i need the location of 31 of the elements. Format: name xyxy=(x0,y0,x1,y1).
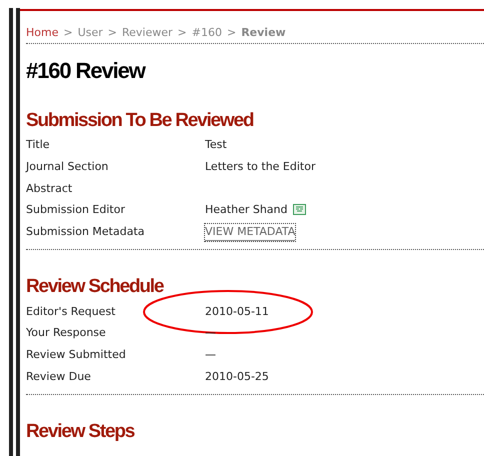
breadcrumb-link[interactable]: User xyxy=(78,26,103,39)
field-value: 2010-05-25 xyxy=(205,368,269,385)
breadcrumb-link[interactable]: Reviewer xyxy=(122,26,173,39)
breadcrumb-link[interactable]: Home xyxy=(26,26,58,39)
breadcrumb-link[interactable]: Review xyxy=(241,26,286,39)
field-value: Test xyxy=(205,137,227,154)
field-label: Abstract xyxy=(26,182,72,195)
page-title: #160 Review xyxy=(26,58,146,84)
breadcrumb-separator: > xyxy=(178,26,187,39)
field-value: — xyxy=(205,325,216,342)
section-heading: Submission To Be Reviewed xyxy=(26,110,254,133)
field-label: Your Response xyxy=(26,326,106,340)
field-value: 2010-05-11 xyxy=(205,304,269,320)
field-value: — xyxy=(205,346,216,363)
breadcrumb-link[interactable]: #160 xyxy=(192,26,222,39)
section-heading: Review Steps xyxy=(26,420,136,444)
view-metadata-link[interactable]: VIEW METADATA xyxy=(205,224,296,242)
field-value: Letters to the Editor xyxy=(205,158,316,175)
field-label: Submission Editor xyxy=(26,203,125,216)
section-heading: Review Schedule xyxy=(26,276,165,299)
breadcrumb-separator: > xyxy=(108,26,117,39)
breadcrumb-separator: > xyxy=(226,26,236,39)
email-icon[interactable] xyxy=(292,204,306,215)
field-label: Submission Metadata xyxy=(26,225,145,238)
field-label: Review Submitted xyxy=(26,348,126,361)
field-label: Review Due xyxy=(26,370,91,383)
field-value: Heather Shand xyxy=(205,202,288,218)
field-label: Title xyxy=(26,138,50,152)
breadcrumb-separator: > xyxy=(63,26,73,39)
field-label: Journal Section xyxy=(26,160,108,173)
field-label: Editor's Request xyxy=(26,304,116,318)
